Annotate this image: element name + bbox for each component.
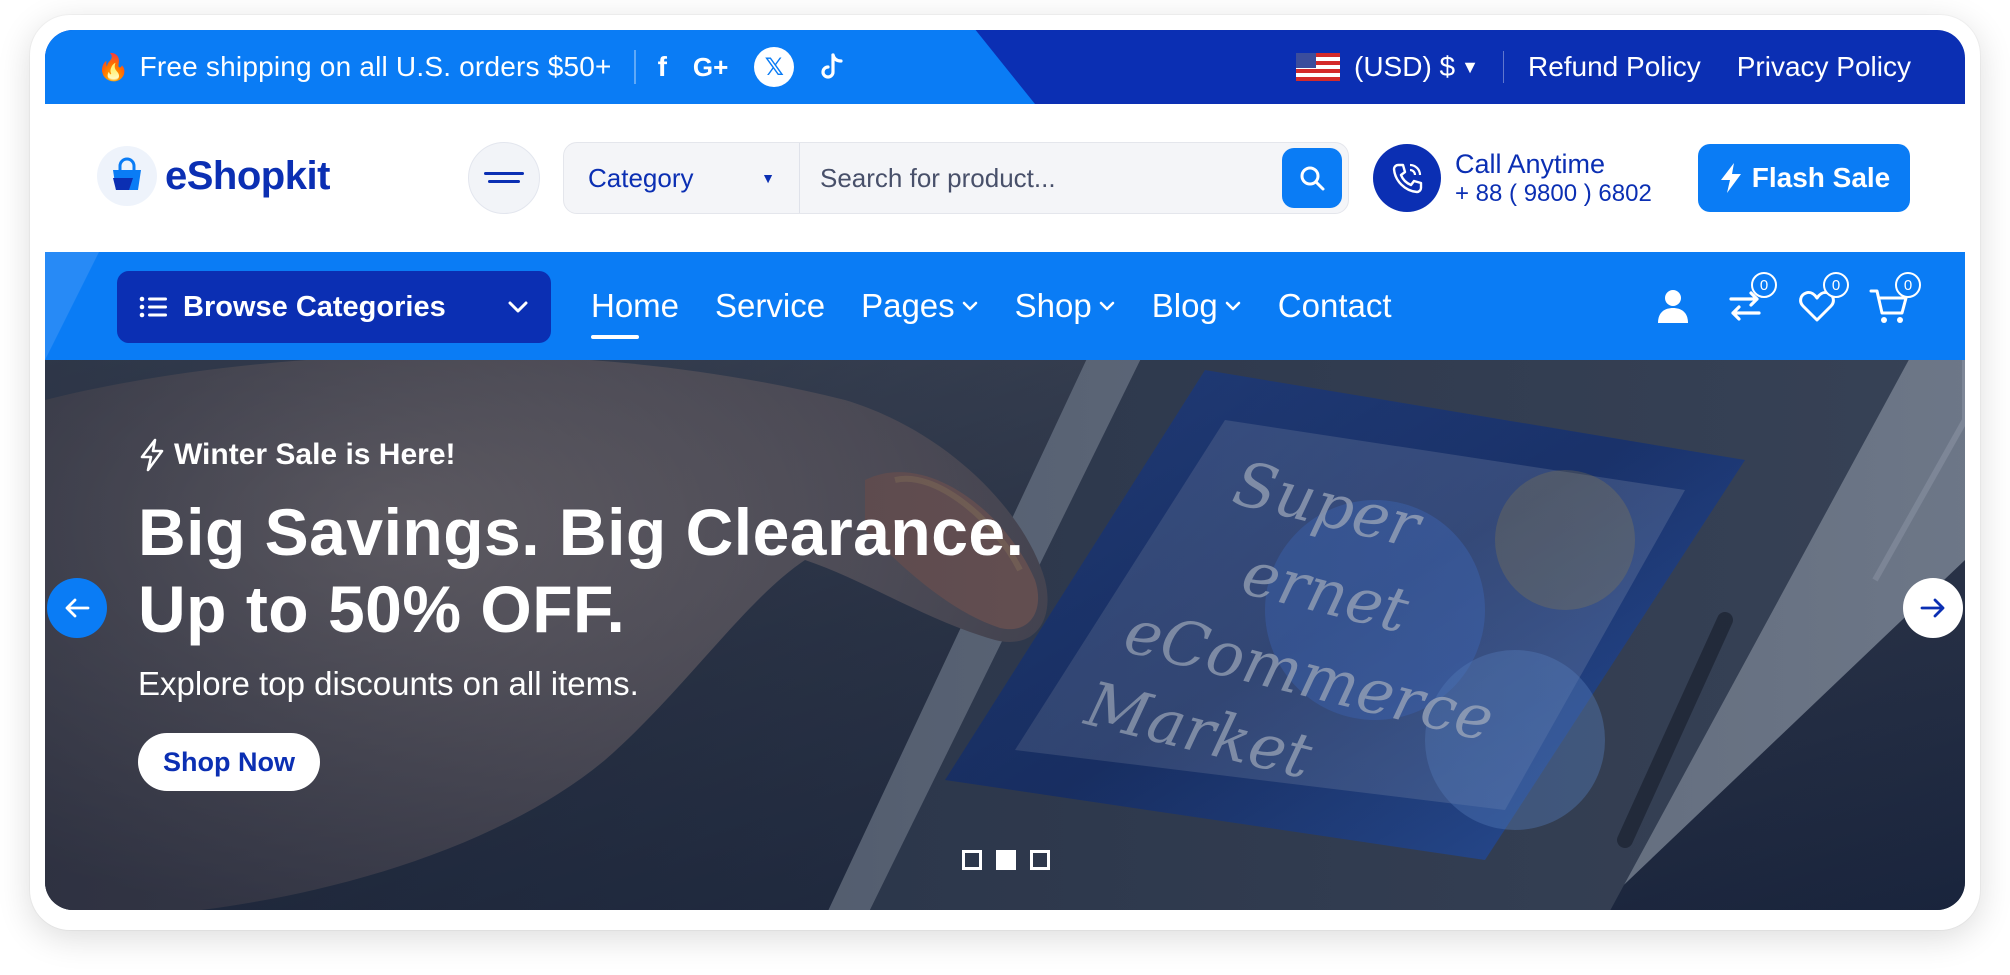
top-bar: 🔥 Free shipping on all U.S. orders $50+ …: [45, 30, 1965, 104]
divider: [1502, 51, 1504, 83]
tiktok-icon[interactable]: [820, 53, 844, 81]
top-bar-right: (USD) $ ▼ Refund Policy Privacy Policy: [1296, 30, 1911, 104]
cart-button[interactable]: 0: [1867, 272, 1921, 328]
arrow-left-icon: [65, 598, 90, 618]
nav-menu: Home Service Pages Shop Blog Contact: [591, 252, 1428, 360]
slider-prev-button[interactable]: [47, 578, 107, 638]
nav-item-label: Shop: [1014, 287, 1092, 324]
divider: [633, 50, 636, 84]
flash-sale-button[interactable]: Flash Sale: [1698, 144, 1910, 212]
slider-pagination: [962, 850, 1050, 870]
category-select-label: Category: [588, 162, 694, 193]
menu-toggle-button[interactable]: [468, 142, 540, 214]
arrow-right-icon: [1920, 598, 1945, 618]
chevron-down-icon: [508, 301, 528, 313]
search-button[interactable]: [1282, 148, 1342, 208]
cart-count-badge: 0: [1895, 272, 1921, 298]
shop-now-button[interactable]: Shop Now: [138, 733, 320, 792]
x-icon[interactable]: 𝕏: [754, 47, 795, 87]
call-text: Call Anytime + 88 ( 9800 ) 6802: [1455, 149, 1652, 208]
nav-item-shop[interactable]: Shop: [1015, 287, 1116, 325]
us-flag-icon: [1296, 53, 1341, 81]
phone-icon: [1373, 144, 1441, 212]
nav-item-blog[interactable]: Blog: [1152, 287, 1242, 325]
promo-text: Free shipping on all U.S. orders $50+: [139, 51, 612, 82]
chevron-down-icon: [962, 301, 977, 311]
page: 🔥 Free shipping on all U.S. orders $50+ …: [45, 30, 1965, 910]
slider-dot-active[interactable]: [996, 850, 1016, 870]
compare-count-badge: 0: [1751, 272, 1777, 298]
caret-down-icon: ▼: [761, 170, 775, 186]
nav-item-label: Blog: [1151, 287, 1218, 324]
hero-content: Winter Sale is Here! Big Savings. Big Cl…: [138, 438, 1024, 792]
call-info[interactable]: Call Anytime + 88 ( 9800 ) 6802: [1373, 144, 1652, 212]
shopping-bag-icon: [97, 146, 157, 206]
account-button[interactable]: [1651, 284, 1695, 328]
nav-item-home[interactable]: Home: [591, 287, 680, 339]
hero-slider: Super ernet eCommerce Market Winter Sale…: [45, 360, 1965, 910]
chevron-down-icon: [1099, 301, 1115, 311]
call-title: Call Anytime: [1455, 148, 1606, 179]
nav-item-label: Home: [591, 287, 680, 324]
google-plus-icon[interactable]: G+: [693, 52, 728, 83]
browse-categories-label: Browse Categories: [183, 290, 446, 323]
nav-item-label: Pages: [861, 287, 955, 324]
nav-actions: 0 0 0: [1651, 252, 1921, 360]
hero-headline-line-2: Up to 50% OFF.: [138, 571, 626, 646]
chevron-down-icon: [1225, 301, 1241, 311]
promo: 🔥 Free shipping on all U.S. orders $50+: [97, 51, 612, 83]
slider-dot[interactable]: [1030, 850, 1050, 870]
lightning-icon: [140, 438, 164, 472]
hero-headline: Big Savings. Big Clearance. Up to 50% OF…: [138, 494, 1024, 647]
search-icon: [1300, 166, 1325, 191]
decorative-stripe: [45, 252, 99, 360]
refund-policy-link[interactable]: Refund Policy: [1528, 51, 1701, 83]
social-links: f G+ 𝕏: [658, 47, 845, 87]
wishlist-button[interactable]: 0: [1795, 272, 1849, 328]
fire-icon: 🔥: [97, 51, 130, 82]
caret-down-icon: ▼: [1461, 56, 1479, 77]
logo-text: eShopkit: [165, 153, 330, 198]
currency-selector[interactable]: (USD) $ ▼: [1296, 51, 1479, 83]
hero-headline-line-1: Big Savings. Big Clearance.: [138, 495, 1025, 569]
category-select[interactable]: Category ▼: [564, 143, 800, 213]
currency-label: (USD) $: [1354, 51, 1456, 82]
compare-button[interactable]: 0: [1723, 272, 1777, 328]
nav-item-pages[interactable]: Pages: [861, 287, 979, 325]
slider-dot[interactable]: [962, 850, 982, 870]
facebook-icon[interactable]: f: [658, 51, 667, 83]
privacy-policy-link[interactable]: Privacy Policy: [1737, 51, 1911, 83]
user-icon: [1658, 290, 1688, 323]
search-bar: Category ▼: [563, 142, 1349, 214]
flash-sale-label: Flash Sale: [1751, 162, 1891, 193]
nav-item-label: Contact: [1277, 287, 1392, 324]
browse-categories-button[interactable]: Browse Categories: [117, 271, 551, 343]
lightning-icon: [1720, 163, 1741, 193]
list-icon: [139, 296, 167, 318]
nav-item-label: Service: [715, 287, 826, 324]
header: eShopkit Category ▼ Call Anytime + 88 ( …: [45, 104, 1965, 252]
logo[interactable]: eShopkit: [97, 146, 330, 206]
call-phone: + 88 ( 9800 ) 6802: [1455, 179, 1652, 207]
hero-subtext: Explore top discounts on all items.: [138, 665, 639, 703]
wishlist-count-badge: 0: [1823, 272, 1849, 298]
main-nav: Browse Categories Home Service Pages Sho…: [45, 252, 1965, 360]
slider-next-button[interactable]: [1903, 578, 1963, 638]
nav-item-contact[interactable]: Contact: [1278, 287, 1392, 325]
promo-strip: 🔥 Free shipping on all U.S. orders $50+ …: [45, 30, 1035, 104]
hero-eyebrow: Winter Sale is Here!: [138, 438, 1024, 472]
nav-item-service[interactable]: Service: [715, 287, 825, 325]
search-input[interactable]: [800, 143, 1282, 213]
hero-eyebrow-text: Winter Sale is Here!: [174, 438, 456, 471]
